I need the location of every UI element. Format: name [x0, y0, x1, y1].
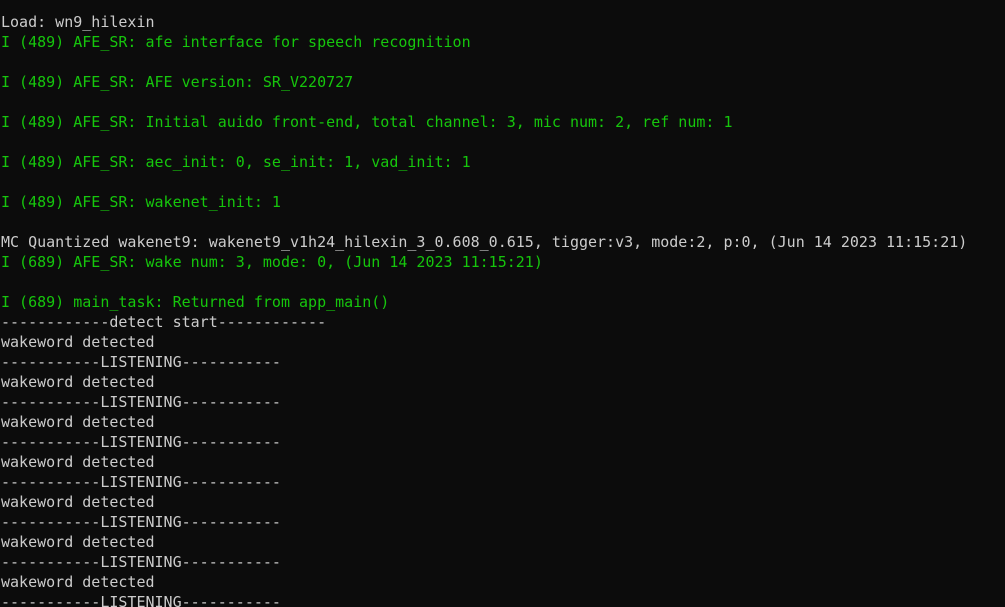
terminal-line: Load: wn9_hilexin [1, 13, 155, 31]
terminal-line: I (489) AFE_SR: wakenet_init: 1 [1, 193, 281, 211]
terminal-line: I (489) AFE_SR: afe interface for speech… [1, 33, 471, 51]
terminal-line: I (689) main_task: Returned from app_mai… [1, 293, 390, 311]
terminal-line: -----------LISTENING----------- [1, 553, 281, 571]
terminal-line: wakeword detected [1, 413, 155, 431]
terminal-line: wakeword detected [1, 333, 155, 351]
terminal-line: -----------LISTENING----------- [1, 393, 281, 411]
terminal-line: wakeword detected [1, 493, 155, 511]
terminal-line: I (689) AFE_SR: wake num: 3, mode: 0, (J… [1, 253, 543, 271]
terminal-line: I (489) AFE_SR: Initial auido front-end,… [1, 113, 733, 131]
terminal-line: wakeword detected [1, 373, 155, 391]
terminal-output[interactable]: Load: wn9_hilexin I (489) AFE_SR: afe int… [0, 0, 1005, 607]
terminal-line: wakeword detected [1, 453, 155, 471]
terminal-line: I (489) AFE_SR: aec_init: 0, se_init: 1,… [1, 153, 471, 171]
terminal-line: ------------detect start------------ [1, 313, 327, 331]
terminal-line: -----------LISTENING----------- [1, 433, 281, 451]
terminal-line: wakeword detected [1, 533, 155, 551]
terminal-line: -----------LISTENING----------- [1, 593, 281, 607]
terminal-line: -----------LISTENING----------- [1, 353, 281, 371]
terminal-line: wakeword detected [1, 573, 155, 591]
terminal-line: I (489) AFE_SR: AFE version: SR_V220727 [1, 73, 354, 91]
terminal-line: -----------LISTENING----------- [1, 513, 281, 531]
terminal-line: -----------LISTENING----------- [1, 473, 281, 491]
terminal-line: MC Quantized wakenet9: wakenet9_v1h24_hi… [1, 233, 968, 251]
